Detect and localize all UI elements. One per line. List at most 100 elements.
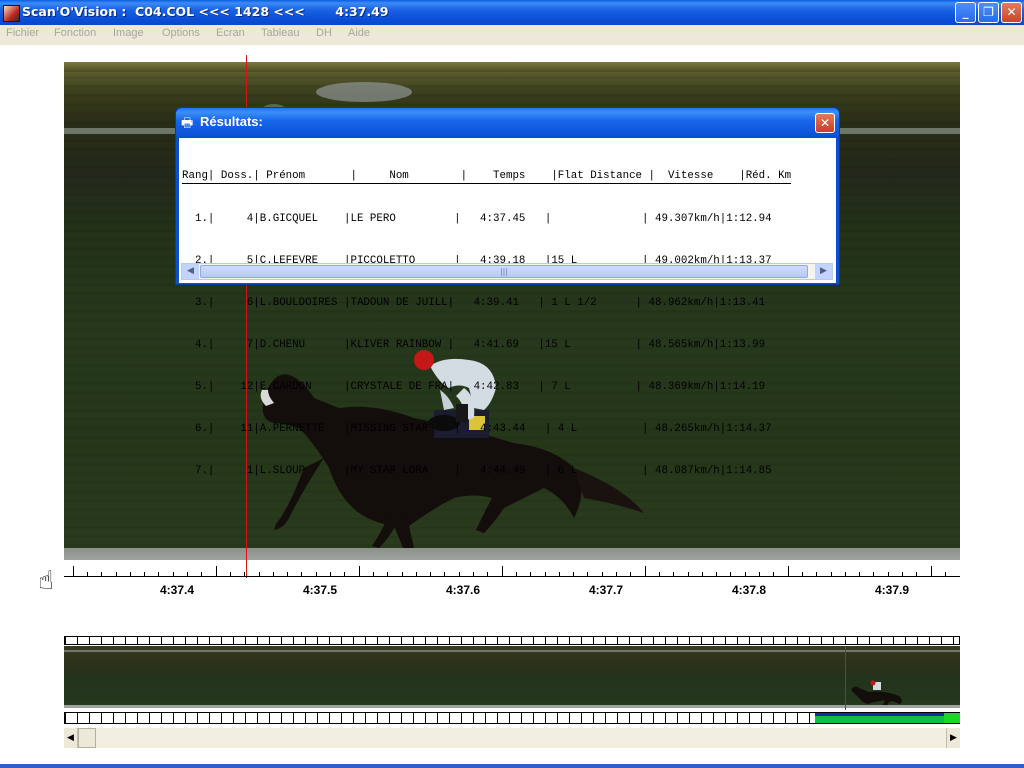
- ruler-tick: [573, 572, 575, 576]
- ruler-tick: [844, 572, 846, 576]
- time-label: 4:37.8: [731, 583, 767, 597]
- ruler-line: [64, 576, 960, 577]
- results-scroll-right-arrow[interactable]: ▶: [815, 264, 832, 279]
- ruler-tick: [115, 572, 117, 576]
- ruler-tick: [658, 572, 660, 576]
- ruler-tick: [558, 572, 560, 576]
- ruler-tick: [301, 572, 303, 576]
- scroll-left-arrow[interactable]: ◀: [64, 728, 78, 748]
- window-titlebar[interactable]: Scan'O'Vision : C04.COL <<< 1428 <<< 4:3…: [0, 0, 1024, 25]
- results-row[interactable]: 7.| 1|L.SLOUP |MY STAR LORA | 4:44.49 | …: [182, 464, 791, 478]
- minimize-button[interactable]: _: [955, 2, 976, 23]
- menu-fichier[interactable]: Fichier: [6, 27, 39, 39]
- time-label: 4:37.5: [302, 583, 338, 597]
- results-header-row: Rang| Doss.| Prénom | Nom | Temps |Flat …: [182, 170, 792, 184]
- ruler-tick: [129, 572, 131, 576]
- window-title: Scan'O'Vision : C04.COL <<< 1428 <<< 4:3…: [22, 4, 389, 19]
- ruler-tick: [444, 572, 446, 576]
- ruler-tick: [244, 572, 246, 576]
- restore-button[interactable]: ❐: [978, 2, 999, 23]
- results-scrollbar[interactable]: ◀ ||| ▶: [181, 263, 833, 280]
- ruler-tick: [801, 572, 803, 576]
- menu-aide[interactable]: Aide: [348, 27, 370, 39]
- ruler-tick: [830, 572, 832, 576]
- menu-options[interactable]: Options: [162, 27, 200, 39]
- ruler-tick: [530, 572, 532, 576]
- overview-finish-line: [845, 646, 846, 710]
- ruler-tick: [902, 572, 903, 576]
- results-row[interactable]: 3.| 6|L.BOULDOIRES |TADOUN DE JUILL| 4:3…: [182, 296, 791, 310]
- ruler-tick: [101, 572, 103, 576]
- ruler-tick: [458, 572, 460, 576]
- ruler-tick: [930, 566, 932, 576]
- time-ruler: 4:37.4 4:37.5 4:37.6 4:37.7 4:37.8 4:37.…: [64, 566, 960, 602]
- overview-viewport-marker[interactable]: [815, 713, 945, 723]
- ruler-tick: [944, 572, 946, 576]
- ruler-tick: [215, 566, 217, 576]
- ruler-tick: [587, 572, 589, 576]
- ruler-tick: [144, 572, 146, 576]
- ruler-tick: [372, 572, 374, 576]
- ruler-tick: [344, 572, 346, 576]
- results-table: Rang| Doss.| Prénom | Nom | Temps |Flat …: [182, 141, 792, 506]
- ruler-tick: [787, 566, 789, 576]
- ruler-tick: [887, 572, 889, 576]
- window-bottom-edge: [0, 764, 1024, 768]
- ruler-tick: [873, 572, 875, 576]
- ruler-tick: [387, 572, 389, 576]
- results-scroll-left-arrow[interactable]: ◀: [182, 264, 199, 279]
- ruler-tick: [616, 572, 617, 576]
- menu-tableau[interactable]: Tableau: [261, 27, 300, 39]
- ruler-tick: [229, 572, 231, 576]
- results-row[interactable]: 1.| 4|B.GICQUEL |LE PERO | 4:37.45 | | 4…: [182, 212, 791, 226]
- overview-end-marker: [944, 713, 960, 723]
- ruler-tick: [716, 572, 718, 576]
- ruler-tick: [916, 572, 918, 576]
- ruler-tick: [187, 572, 188, 576]
- results-row[interactable]: 4.| 7|D.CHENU |KLIVER RAINBOW | 4:41.69 …: [182, 338, 791, 352]
- overview-photo[interactable]: [64, 646, 960, 708]
- ruler-tick: [816, 572, 818, 576]
- photo-near-rail: [64, 548, 960, 560]
- ruler-tick: [315, 572, 317, 576]
- time-label: 4:37.6: [445, 583, 481, 597]
- scroll-thumb[interactable]: [78, 728, 96, 748]
- ruler-tick: [330, 572, 331, 576]
- results-dialog[interactable]: 🖶 Résultats: ✕ Rang| Doss.| Prénom | Nom…: [175, 107, 840, 477]
- results-scroll-thumb[interactable]: |||: [200, 265, 808, 278]
- app-icon[interactable]: [3, 5, 20, 22]
- ruler-tick: [515, 572, 517, 576]
- ruler-tick: [773, 572, 775, 576]
- ruler-tick: [172, 572, 174, 576]
- results-titlebar[interactable]: 🖶 Résultats: ✕: [176, 108, 839, 136]
- photo-top-strip: [64, 62, 960, 72]
- ruler-tick: [415, 572, 417, 576]
- ruler-tick: [258, 572, 260, 576]
- ruler-tick: [673, 572, 675, 576]
- horizontal-scrollbar[interactable]: ◀ ▶: [64, 728, 960, 748]
- menu-fonction[interactable]: Fonction: [54, 27, 96, 39]
- ruler-tick: [473, 572, 474, 576]
- ruler-tick: [86, 572, 88, 576]
- time-label: 4:37.4: [159, 583, 195, 597]
- ruler-tick: [272, 572, 274, 576]
- scroll-right-arrow[interactable]: ▶: [946, 728, 960, 748]
- menu-bar: Fichier Fonction Image Options Ecran Tab…: [0, 25, 1024, 45]
- overview-near-rail: [64, 705, 960, 708]
- results-row[interactable]: 5.| 12|E.CARDON |CRYSTALE DE FRA| 4:42.8…: [182, 380, 791, 394]
- menu-image[interactable]: Image: [113, 27, 144, 39]
- time-label: 4:37.9: [874, 583, 910, 597]
- ruler-tick: [201, 572, 203, 576]
- ruler-tick: [644, 566, 646, 576]
- ruler-tick: [744, 572, 746, 576]
- menu-ecran[interactable]: Ecran: [216, 27, 245, 39]
- close-button[interactable]: ✕: [1001, 2, 1022, 23]
- pointing-hand-icon[interactable]: ☝: [38, 566, 54, 596]
- results-close-button[interactable]: ✕: [815, 113, 835, 133]
- ruler-tick: [287, 572, 289, 576]
- ruler-tick: [759, 572, 760, 576]
- ruler-tick: [430, 572, 432, 576]
- menu-dh[interactable]: DH: [316, 27, 332, 39]
- printer-icon[interactable]: 🖶: [181, 114, 193, 136]
- results-row[interactable]: 6.| 11|A.PERNETTE |MISSING STAR | 4:43.4…: [182, 422, 791, 436]
